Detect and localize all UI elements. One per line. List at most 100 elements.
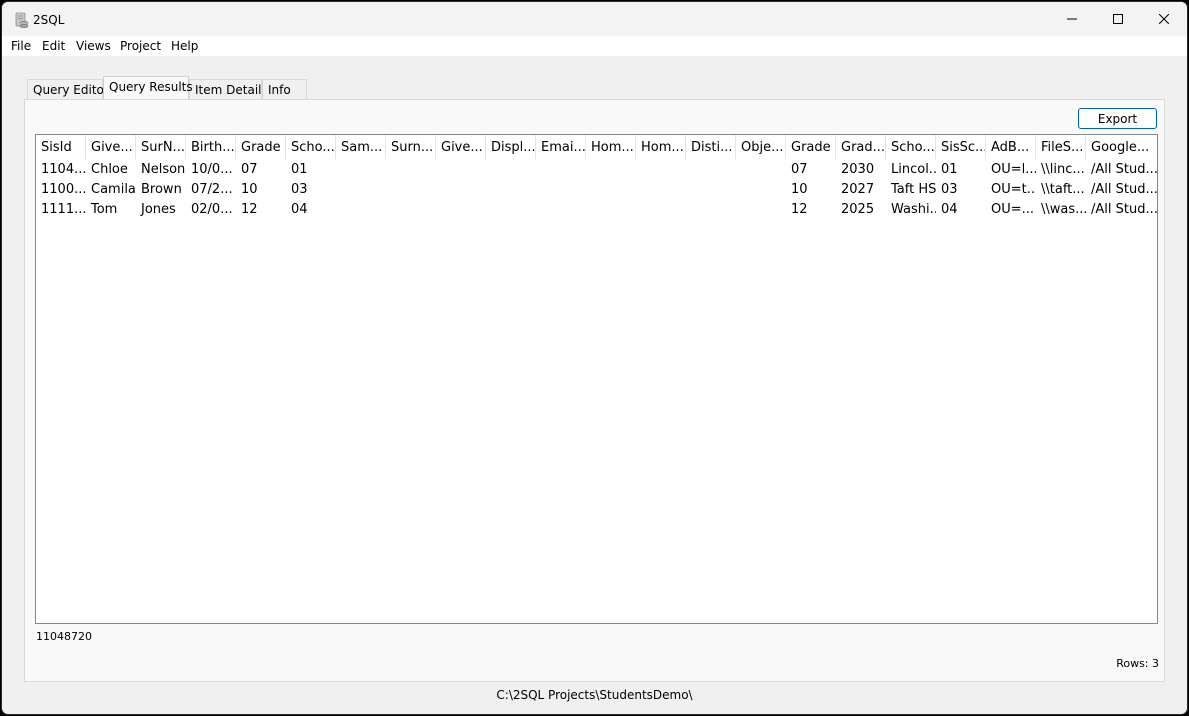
minimize-button[interactable] bbox=[1049, 2, 1095, 36]
table-cell[interactable] bbox=[636, 200, 686, 220]
table-cell[interactable]: 01 bbox=[936, 160, 986, 180]
close-button[interactable] bbox=[1141, 2, 1187, 36]
column-header[interactable]: Birth... bbox=[186, 135, 236, 159]
column-header[interactable]: Hom... bbox=[636, 135, 686, 159]
menu-views[interactable]: Views bbox=[76, 39, 111, 53]
column-header[interactable]: SurN... bbox=[136, 135, 186, 159]
column-header[interactable]: Grade bbox=[236, 135, 286, 159]
table-cell[interactable] bbox=[686, 200, 736, 220]
table-cell[interactable]: 10 bbox=[786, 180, 836, 200]
column-header[interactable]: Scho... bbox=[886, 135, 936, 159]
table-cell[interactable]: 03 bbox=[286, 180, 336, 200]
column-header[interactable]: Hom... bbox=[586, 135, 636, 159]
column-header[interactable]: AdB... bbox=[986, 135, 1036, 159]
table-cell[interactable]: 2027 bbox=[836, 180, 886, 200]
table-cell[interactable] bbox=[686, 180, 736, 200]
table-cell[interactable]: 02/0... bbox=[186, 200, 236, 220]
table-cell[interactable]: /All Stud... bbox=[1086, 180, 1157, 200]
table-cell[interactable]: 1100... bbox=[36, 180, 86, 200]
column-header[interactable]: Disti... bbox=[686, 135, 736, 159]
table-cell[interactable]: Nelson bbox=[136, 160, 186, 180]
table-cell[interactable]: OU=... bbox=[986, 200, 1036, 220]
table-cell[interactable]: 01 bbox=[286, 160, 336, 180]
table-cell[interactable]: 04 bbox=[286, 200, 336, 220]
title-bar[interactable]: 2SQL bbox=[2, 2, 1187, 36]
column-header[interactable]: Emai... bbox=[536, 135, 586, 159]
table-cell[interactable]: 12 bbox=[786, 200, 836, 220]
table-cell[interactable] bbox=[436, 180, 486, 200]
table-cell[interactable] bbox=[586, 180, 636, 200]
table-cell[interactable] bbox=[436, 160, 486, 180]
table-cell[interactable] bbox=[436, 200, 486, 220]
table-row[interactable]: 1111...TomJones02/0...1204122025Washi...… bbox=[36, 200, 1157, 220]
table-cell[interactable] bbox=[736, 160, 786, 180]
menu-edit[interactable]: Edit bbox=[42, 39, 65, 53]
table-cell[interactable] bbox=[336, 160, 386, 180]
menu-project[interactable]: Project bbox=[120, 39, 161, 53]
table-cell[interactable] bbox=[336, 180, 386, 200]
table-cell[interactable] bbox=[736, 180, 786, 200]
table-cell[interactable]: Tom bbox=[86, 200, 136, 220]
table-cell[interactable]: 03 bbox=[936, 180, 986, 200]
table-cell[interactable]: Washi... bbox=[886, 200, 936, 220]
table-cell[interactable] bbox=[386, 200, 436, 220]
column-header[interactable]: SisId bbox=[36, 135, 86, 159]
table-cell[interactable]: 1104... bbox=[36, 160, 86, 180]
tab-item-details[interactable]: Item Details bbox=[189, 79, 268, 100]
table-cell[interactable]: OU=t... bbox=[986, 180, 1036, 200]
table-cell[interactable]: \\linc... bbox=[1036, 160, 1086, 180]
table-cell[interactable]: 10/0... bbox=[186, 160, 236, 180]
table-cell[interactable] bbox=[486, 180, 536, 200]
table-cell[interactable] bbox=[486, 160, 536, 180]
table-cell[interactable]: Chloe bbox=[86, 160, 136, 180]
table-cell[interactable]: Brown bbox=[136, 180, 186, 200]
table-cell[interactable] bbox=[486, 200, 536, 220]
column-header[interactable]: Sam... bbox=[336, 135, 386, 159]
column-header[interactable]: FileS... bbox=[1036, 135, 1086, 159]
table-cell[interactable]: 07 bbox=[236, 160, 286, 180]
table-cell[interactable] bbox=[736, 200, 786, 220]
table-cell[interactable]: 2025 bbox=[836, 200, 886, 220]
column-header[interactable]: Give... bbox=[436, 135, 486, 159]
table-cell[interactable]: Camila bbox=[86, 180, 136, 200]
menu-file[interactable]: File bbox=[11, 39, 31, 53]
table-cell[interactable] bbox=[386, 180, 436, 200]
table-cell[interactable] bbox=[386, 160, 436, 180]
column-header[interactable]: Obje... bbox=[736, 135, 786, 159]
table-cell[interactable] bbox=[586, 160, 636, 180]
results-grid[interactable]: SisId Give... SurN... Birth... Grade Scho... S… bbox=[35, 134, 1158, 624]
column-header[interactable]: Google... bbox=[1086, 135, 1157, 159]
tab-query-editor[interactable]: Query Editor bbox=[27, 79, 109, 100]
table-cell[interactable]: Lincol... bbox=[886, 160, 936, 180]
table-cell[interactable]: 04 bbox=[936, 200, 986, 220]
table-row[interactable]: 1104... Chloe Nelson 10/0... 07 01 07 2030 Linco… bbox=[36, 160, 1157, 180]
table-cell[interactable]: /All Stud... bbox=[1086, 160, 1157, 180]
table-cell[interactable]: Jones bbox=[136, 200, 186, 220]
column-header[interactable]: SisSc... bbox=[936, 135, 986, 159]
column-header[interactable]: Displ... bbox=[486, 135, 536, 159]
table-cell[interactable]: 10 bbox=[236, 180, 286, 200]
table-cell[interactable] bbox=[536, 200, 586, 220]
tab-info[interactable]: Info bbox=[262, 79, 307, 100]
column-header[interactable]: Surn... bbox=[386, 135, 436, 159]
table-cell[interactable] bbox=[636, 160, 686, 180]
table-cell[interactable] bbox=[686, 160, 736, 180]
table-row[interactable]: 1100... Camila Brown 07/2... 10 03 10 2027 Taft … bbox=[36, 180, 1157, 200]
table-cell[interactable]: 2030 bbox=[836, 160, 886, 180]
table-cell[interactable]: OU=l... bbox=[986, 160, 1036, 180]
column-header[interactable]: Grade bbox=[786, 135, 836, 159]
table-cell[interactable]: 07 bbox=[786, 160, 836, 180]
table-cell[interactable]: 12 bbox=[236, 200, 286, 220]
menu-help[interactable]: Help bbox=[171, 39, 198, 53]
table-cell[interactable] bbox=[586, 200, 636, 220]
table-cell[interactable] bbox=[636, 180, 686, 200]
column-header[interactable]: Give... bbox=[86, 135, 136, 159]
tab-query-results[interactable]: Query Results bbox=[103, 76, 193, 99]
table-cell[interactable]: \\was... bbox=[1036, 200, 1086, 220]
column-header[interactable]: Scho... bbox=[286, 135, 336, 159]
table-cell[interactable]: Taft HS bbox=[886, 180, 936, 200]
export-button[interactable]: Export bbox=[1078, 108, 1157, 129]
column-header[interactable]: Grad... bbox=[836, 135, 886, 159]
table-cell[interactable] bbox=[536, 180, 586, 200]
table-cell[interactable]: 1111... bbox=[36, 200, 86, 220]
